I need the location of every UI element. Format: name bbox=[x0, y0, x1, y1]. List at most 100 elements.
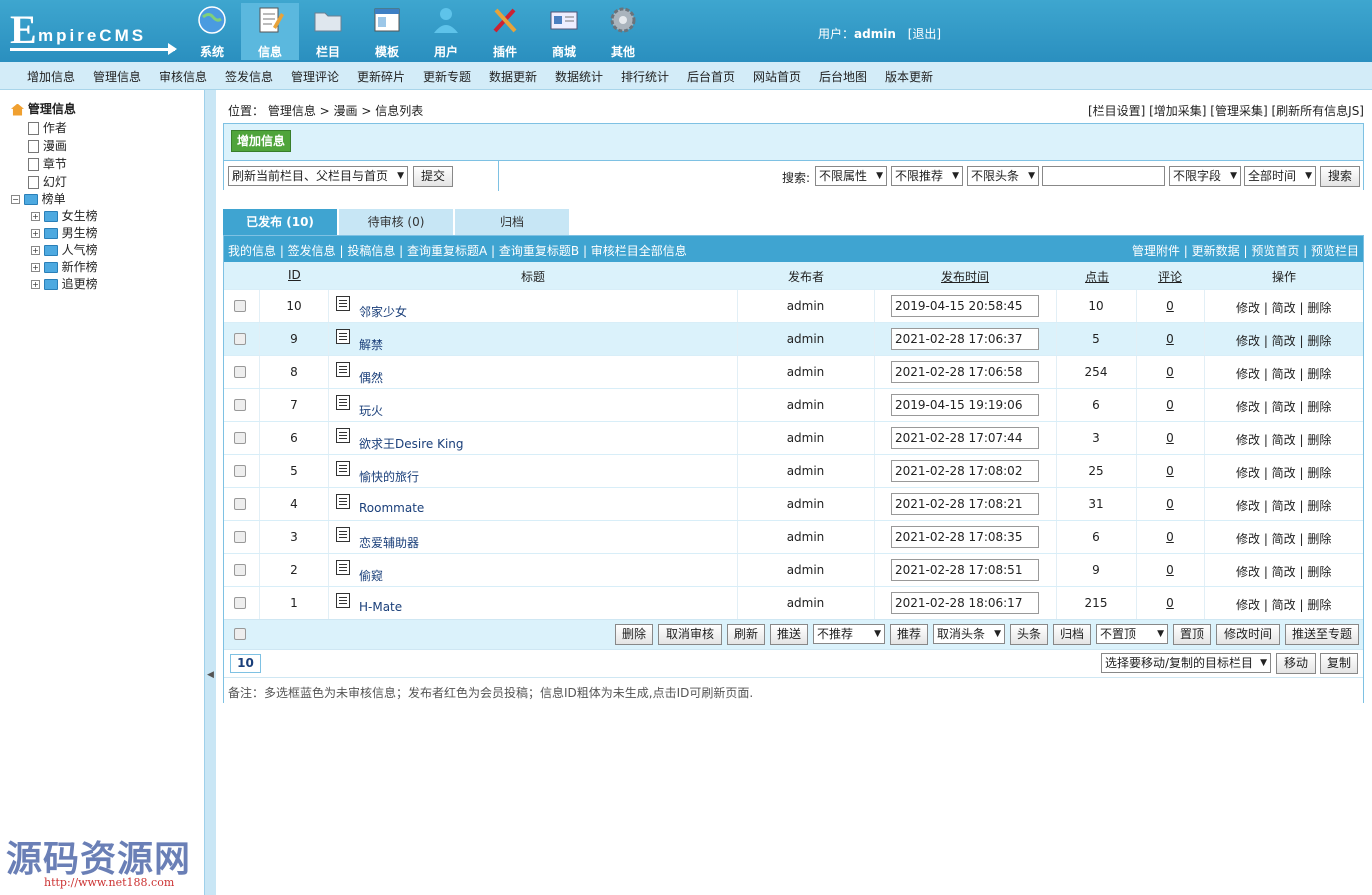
row-comments[interactable]: 0 bbox=[1136, 464, 1204, 478]
nav-shop[interactable]: 商城 bbox=[535, 3, 593, 60]
row-ops[interactable]: 修改 | 简改 | 删除 bbox=[1236, 464, 1331, 481]
row-ops[interactable]: 修改 | 简改 | 删除 bbox=[1236, 299, 1331, 316]
expand-icon[interactable]: + bbox=[31, 263, 40, 272]
row-id[interactable]: 3 bbox=[259, 530, 329, 544]
collapse-arrow-icon[interactable]: ◀ bbox=[207, 670, 214, 680]
edit-doc-icon[interactable] bbox=[336, 329, 350, 344]
nav-system[interactable]: 系统 bbox=[183, 3, 241, 60]
recommend-select[interactable]: 不限推荐 bbox=[891, 166, 963, 186]
cancel-audit-button[interactable]: 取消审核 bbox=[658, 624, 722, 645]
headline-level-select[interactable]: 取消头条 bbox=[933, 624, 1005, 644]
edit-doc-icon[interactable] bbox=[336, 494, 350, 509]
menu-manage-comments[interactable]: 管理评论 bbox=[291, 68, 339, 85]
row-time[interactable]: 2021-02-28 17:08:51 bbox=[891, 559, 1039, 581]
row-id[interactable]: 10 bbox=[259, 299, 329, 313]
breadcrumb-path[interactable]: 管理信息 > 漫画 > 信息列表 bbox=[268, 104, 423, 118]
tree-root[interactable]: 管理信息 bbox=[11, 100, 76, 117]
menu-admin-home[interactable]: 后台首页 bbox=[687, 68, 735, 85]
row-comments[interactable]: 0 bbox=[1136, 431, 1204, 445]
headline-button[interactable]: 头条 bbox=[1010, 624, 1048, 645]
refresh-button[interactable]: 刷新 bbox=[727, 624, 765, 645]
menu-update-fragments[interactable]: 更新碎片 bbox=[357, 68, 405, 85]
row-time[interactable]: 2021-02-28 17:06:58 bbox=[891, 361, 1039, 383]
tree-item-comic[interactable]: 漫画 bbox=[28, 137, 67, 154]
row-time[interactable]: 2021-02-28 17:06:37 bbox=[891, 328, 1039, 350]
copy-button[interactable]: 复制 bbox=[1320, 653, 1358, 674]
row-checkbox[interactable] bbox=[234, 399, 246, 411]
col-time[interactable]: 发布时间 bbox=[941, 268, 989, 285]
menu-version-update[interactable]: 版本更新 bbox=[885, 68, 933, 85]
recommend-level-select[interactable]: 不推荐 bbox=[813, 624, 885, 644]
tree-group-rank[interactable]: − 榜单 bbox=[11, 190, 66, 207]
row-checkbox[interactable] bbox=[234, 432, 246, 444]
edit-doc-icon[interactable] bbox=[336, 527, 350, 542]
row-comments[interactable]: 0 bbox=[1136, 299, 1204, 313]
menu-audit-info[interactable]: 审核信息 bbox=[159, 68, 207, 85]
row-comments[interactable]: 0 bbox=[1136, 497, 1204, 511]
row-time[interactable]: 2021-02-28 17:08:35 bbox=[891, 526, 1039, 548]
top-level-select[interactable]: 不置顶 bbox=[1096, 624, 1168, 644]
row-ops[interactable]: 修改 | 简改 | 删除 bbox=[1236, 332, 1331, 349]
tree-item-author[interactable]: 作者 bbox=[28, 119, 67, 136]
col-hits[interactable]: 点击 bbox=[1085, 268, 1109, 285]
push-to-special-button[interactable]: 推送至专题 bbox=[1285, 624, 1359, 645]
row-comments[interactable]: 0 bbox=[1136, 398, 1204, 412]
row-comments[interactable]: 0 bbox=[1136, 332, 1204, 346]
tab-pending[interactable]: 待审核 (0) bbox=[339, 209, 453, 235]
logout-link[interactable]: [退出] bbox=[908, 27, 941, 41]
push-button[interactable]: 推送 bbox=[770, 624, 808, 645]
tree-child-new[interactable]: + 新作榜 bbox=[31, 258, 98, 275]
time-select[interactable]: 全部时间 bbox=[1244, 166, 1316, 186]
row-time[interactable]: 2021-02-28 17:08:02 bbox=[891, 460, 1039, 482]
nav-plugin[interactable]: 插件 bbox=[476, 3, 534, 60]
row-ops[interactable]: 修改 | 简改 | 删除 bbox=[1236, 497, 1331, 514]
row-id[interactable]: 6 bbox=[259, 431, 329, 445]
row-title[interactable]: 偷窥 bbox=[359, 567, 383, 584]
row-checkbox[interactable] bbox=[234, 498, 246, 510]
row-id[interactable]: 7 bbox=[259, 398, 329, 412]
menu-manage-info[interactable]: 管理信息 bbox=[93, 68, 141, 85]
edit-doc-icon[interactable] bbox=[336, 428, 350, 443]
recommend-button[interactable]: 推荐 bbox=[890, 624, 928, 645]
row-checkbox[interactable] bbox=[234, 531, 246, 543]
info-filter-links[interactable]: 我的信息 | 签发信息 | 投稿信息 | 查询重复标题A | 查询重复标题B |… bbox=[228, 242, 687, 259]
row-title[interactable]: Roommate bbox=[359, 501, 424, 515]
row-checkbox[interactable] bbox=[234, 300, 246, 312]
tree-item-chapter[interactable]: 章节 bbox=[28, 155, 67, 172]
row-comments[interactable]: 0 bbox=[1136, 530, 1204, 544]
tree-child-girls[interactable]: + 女生榜 bbox=[31, 207, 98, 224]
edit-doc-icon[interactable] bbox=[336, 296, 350, 311]
row-id[interactable]: 8 bbox=[259, 365, 329, 379]
nav-column[interactable]: 栏目 bbox=[299, 3, 357, 60]
menu-data-update[interactable]: 数据更新 bbox=[489, 68, 537, 85]
menu-site-home[interactable]: 网站首页 bbox=[753, 68, 801, 85]
row-id[interactable]: 4 bbox=[259, 497, 329, 511]
row-ops[interactable]: 修改 | 简改 | 删除 bbox=[1236, 431, 1331, 448]
menu-sign-info[interactable]: 签发信息 bbox=[225, 68, 273, 85]
menu-update-specials[interactable]: 更新专题 bbox=[423, 68, 471, 85]
nav-user[interactable]: 用户 bbox=[417, 3, 475, 60]
edit-doc-icon[interactable] bbox=[336, 395, 350, 410]
menu-admin-map[interactable]: 后台地图 bbox=[819, 68, 867, 85]
row-title[interactable]: 玩火 bbox=[359, 402, 383, 419]
row-comments[interactable]: 0 bbox=[1136, 596, 1204, 610]
row-title[interactable]: 邻家少女 bbox=[359, 303, 407, 320]
menu-data-stats[interactable]: 数据统计 bbox=[555, 68, 603, 85]
row-id[interactable]: 5 bbox=[259, 464, 329, 478]
tree-child-following[interactable]: + 追更榜 bbox=[31, 275, 98, 292]
edit-doc-icon[interactable] bbox=[336, 362, 350, 377]
row-time[interactable]: 2021-02-28 17:08:21 bbox=[891, 493, 1039, 515]
search-button[interactable]: 搜索 bbox=[1320, 166, 1360, 187]
edit-doc-icon[interactable] bbox=[336, 461, 350, 476]
nav-template[interactable]: 模板 bbox=[358, 3, 416, 60]
edit-doc-icon[interactable] bbox=[336, 560, 350, 575]
row-comments[interactable]: 0 bbox=[1136, 365, 1204, 379]
expand-icon[interactable]: + bbox=[31, 280, 40, 289]
row-checkbox[interactable] bbox=[234, 465, 246, 477]
tab-published[interactable]: 已发布 (10) bbox=[223, 209, 337, 235]
row-time[interactable]: 2021-02-28 18:06:17 bbox=[891, 592, 1039, 614]
column-links[interactable]: [栏目设置] [增加采集] [管理采集] [刷新所有信息JS] bbox=[1088, 102, 1364, 119]
move-button[interactable]: 移动 bbox=[1276, 653, 1316, 674]
row-title[interactable]: H-Mate bbox=[359, 600, 402, 614]
expand-icon[interactable]: + bbox=[31, 229, 40, 238]
